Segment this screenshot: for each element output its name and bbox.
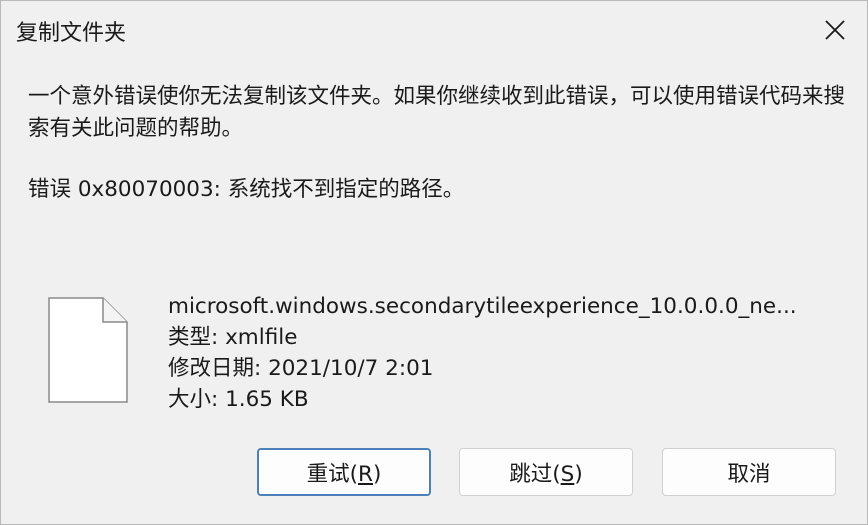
copy-folder-error-dialog: 复制文件夹 一个意外错误使你无法复制该文件夹。如果你继续收到此错误，可以使用错误…	[0, 0, 868, 525]
dialog-content: 一个意外错误使你无法复制该文件夹。如果你继续收到此错误，可以使用错误代码来搜索有…	[1, 59, 867, 524]
close-icon	[825, 20, 845, 40]
cancel-button[interactable]: 取消	[662, 448, 836, 496]
document-icon	[48, 297, 128, 403]
file-type: 类型: xmlfile	[168, 325, 298, 350]
error-message: 一个意外错误使你无法复制该文件夹。如果你继续收到此错误，可以使用错误代码来搜索有…	[28, 84, 846, 141]
file-details: microsoft.windows.secondarytileexperienc…	[168, 291, 828, 415]
retry-button[interactable]: 重试(R)	[257, 448, 431, 496]
error-code: 错误 0x80070003: 系统找不到指定的路径。	[28, 177, 465, 202]
cancel-button-label: 取消	[727, 461, 771, 487]
file-name: microsoft.windows.secondarytileexperienc…	[168, 294, 797, 319]
file-size: 大小: 1.65 KB	[168, 387, 309, 412]
title-bar[interactable]: 复制文件夹	[1, 1, 867, 59]
close-button[interactable]	[803, 1, 867, 59]
dialog-title: 复制文件夹	[16, 21, 127, 46]
file-modified-date: 修改日期: 2021/10/7 2:01	[168, 356, 434, 381]
skip-button-label: 跳过(S)	[509, 461, 583, 487]
retry-button-label: 重试(R)	[306, 461, 382, 487]
skip-button[interactable]: 跳过(S)	[459, 448, 633, 496]
